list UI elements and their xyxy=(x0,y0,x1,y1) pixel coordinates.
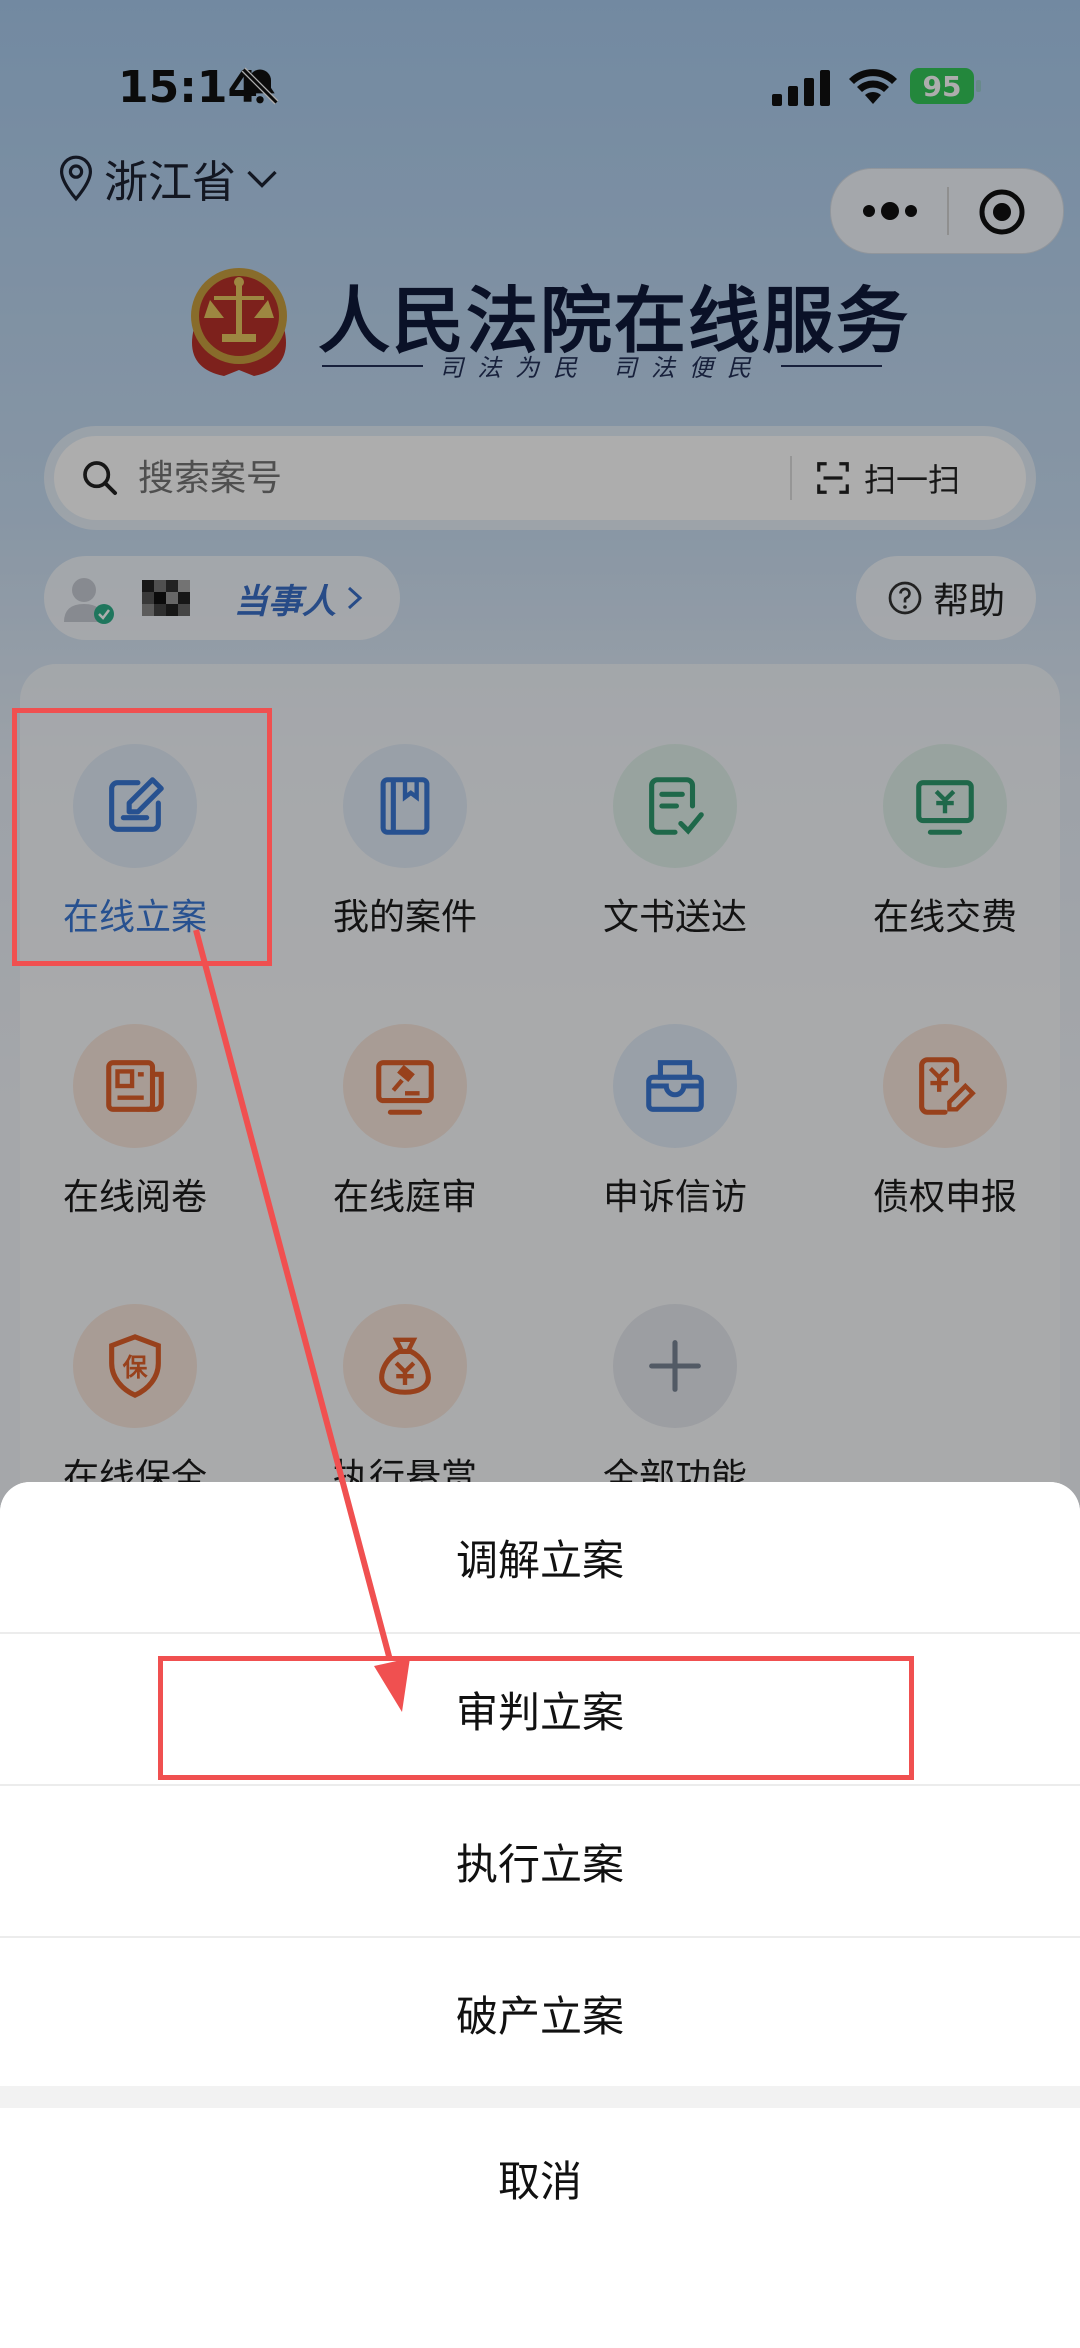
user-role-button[interactable]: 当事人 xyxy=(44,556,400,640)
scan-button[interactable]: 扫一扫 xyxy=(814,455,960,501)
close-target-icon[interactable] xyxy=(977,187,1027,237)
search-icon xyxy=(83,461,117,495)
func-online-preservation[interactable]: 保 在线保全 xyxy=(20,1304,250,1504)
func-icon-bg xyxy=(613,1024,737,1148)
money-bag-icon xyxy=(379,1337,431,1395)
func-label: 债权申报 xyxy=(872,1177,1017,1218)
func-icon-bg xyxy=(343,744,467,868)
func-document-delivery[interactable]: 文书送达 xyxy=(560,744,790,944)
func-my-cases[interactable]: 我的案件 xyxy=(290,744,520,944)
func-icon-bg: 保 xyxy=(73,1304,197,1428)
chevron-down-icon xyxy=(247,170,277,188)
sheet-cancel-button[interactable]: 取消 xyxy=(0,2108,1080,2248)
capsule-separator xyxy=(947,187,949,235)
mailbox-icon xyxy=(646,1060,704,1112)
help-label: 帮助 xyxy=(932,581,1005,622)
search-input[interactable] xyxy=(136,456,780,500)
gavel-screen-icon xyxy=(376,1060,434,1115)
court-emblem-icon xyxy=(191,268,287,376)
more-dots-icon[interactable] xyxy=(859,195,921,227)
battery-level: 95 xyxy=(922,69,962,103)
avatar-icon xyxy=(64,578,114,624)
location-pin-icon xyxy=(59,155,93,202)
func-all-functions[interactable]: 全部功能 xyxy=(560,1304,790,1504)
func-icon-bg xyxy=(343,1304,467,1428)
plus-icon xyxy=(649,1340,701,1392)
func-execution-reward[interactable]: 执行悬赏 xyxy=(290,1304,520,1504)
func-online-filing[interactable]: 在线立案 xyxy=(20,744,250,944)
func-claim-declaration[interactable]: 债权申报 xyxy=(830,1024,1060,1224)
bell-off-icon xyxy=(241,67,279,105)
svg-text:保: 保 xyxy=(122,1353,149,1382)
func-icon-bg xyxy=(883,1024,1007,1148)
masked-name-icon xyxy=(142,580,190,616)
shield-bao-icon: 保 xyxy=(109,1334,161,1398)
location-label: 浙江省 xyxy=(104,157,236,208)
edit-square-icon xyxy=(109,777,164,832)
sheet-option-execution-filing[interactable]: 执行立案 xyxy=(0,1786,1080,1936)
chevron-right-icon xyxy=(347,586,363,610)
cellular-signal-icon xyxy=(772,70,830,106)
func-label: 在线阅卷 xyxy=(62,1177,207,1218)
func-icon-bg xyxy=(73,744,197,868)
func-label: 我的案件 xyxy=(332,897,477,938)
action-sheet: 调解立案 审判立案 执行立案 破产立案 取消 xyxy=(0,1482,1080,2348)
slogan-line-left xyxy=(322,364,424,367)
func-online-file-review[interactable]: 在线阅卷 xyxy=(20,1024,250,1224)
book-icon xyxy=(380,777,430,835)
slogan-text: 司法为民 司法便民 xyxy=(439,354,765,382)
func-label: 在线立案 xyxy=(62,897,207,938)
func-icon-bg xyxy=(613,1304,737,1428)
wifi-icon xyxy=(849,69,897,104)
monitor-yen-icon xyxy=(916,780,974,835)
newspaper-icon xyxy=(106,1060,164,1112)
miniprogram-capsule xyxy=(830,168,1064,254)
func-icon-bg xyxy=(73,1024,197,1148)
sheet-gap xyxy=(0,2086,1080,2108)
role-label: 当事人 xyxy=(234,581,336,622)
func-label: 文书送达 xyxy=(602,897,747,938)
app-slogan: 司法为民 司法便民 xyxy=(322,348,883,383)
func-icon-bg xyxy=(613,744,737,868)
func-petition[interactable]: 申诉信访 xyxy=(560,1024,790,1224)
scan-label: 扫一扫 xyxy=(864,461,961,499)
sheet-option-trial-filing[interactable]: 审判立案 xyxy=(0,1634,1080,1784)
help-circle-icon xyxy=(888,581,922,615)
battery-tip xyxy=(976,80,981,92)
func-online-trial[interactable]: 在线庭审 xyxy=(290,1024,520,1224)
location-selector[interactable]: 浙江省 xyxy=(56,146,280,210)
func-icon-bg xyxy=(883,744,1007,868)
sheet-option-bankruptcy-filing[interactable]: 破产立案 xyxy=(0,1938,1080,2088)
func-icon-bg xyxy=(343,1024,467,1148)
search-bar[interactable]: 扫一扫 xyxy=(54,436,1026,520)
search-separator xyxy=(790,456,792,500)
yen-document-icon xyxy=(919,1057,976,1115)
func-label: 在线交费 xyxy=(872,897,1017,938)
document-check-icon xyxy=(649,777,704,835)
help-button[interactable]: 帮助 xyxy=(856,556,1036,640)
battery-indicator: 95 xyxy=(910,68,974,104)
func-label: 在线庭审 xyxy=(332,1177,477,1218)
func-online-payment[interactable]: 在线交费 xyxy=(830,744,1060,944)
sheet-option-mediation-filing[interactable]: 调解立案 xyxy=(0,1482,1080,1632)
func-label: 申诉信访 xyxy=(602,1177,747,1218)
slogan-line-right xyxy=(780,364,883,367)
scan-icon xyxy=(817,462,849,494)
